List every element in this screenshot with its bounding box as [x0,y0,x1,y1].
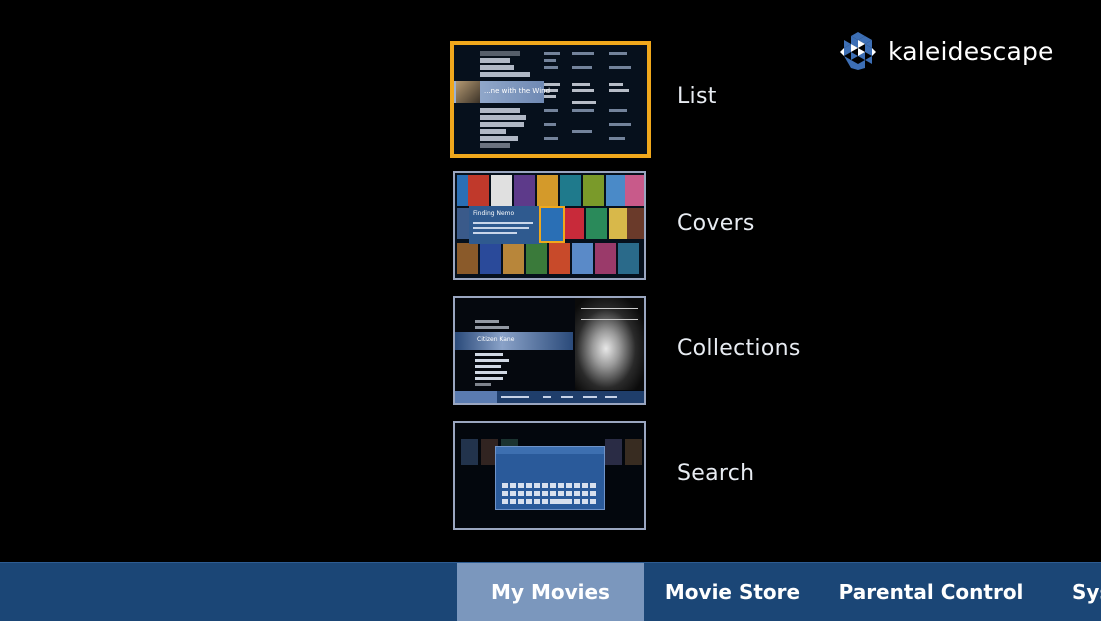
covers-panel-title: Finding Nemo [473,210,515,217]
view-option-search[interactable]: Search [453,421,754,530]
covers-view-thumbnail[interactable]: Finding Nemo [453,171,646,280]
collections-poster-image [575,298,644,390]
list-poster-image [456,81,480,103]
search-view-thumbnail[interactable] [453,421,646,530]
kaleidescape-mark-icon [840,32,876,70]
covers-info-panel: Finding Nemo [469,206,541,244]
view-option-covers[interactable]: Finding Nemo Covers [453,171,754,280]
collections-highlight-title: Citizen Kane [477,336,515,343]
tab-system[interactable]: Sys [1072,563,1101,621]
search-keyboard-dialog [495,446,605,510]
brand-name: kaleidescape [888,36,1054,66]
view-option-list[interactable]: ...ne with the Wind List [450,41,716,158]
view-label-search[interactable]: Search [677,421,754,526]
view-option-collections[interactable]: Citizen Kane Collections [453,296,800,405]
tab-movie-store[interactable]: Movie Store [660,563,805,621]
view-label-list[interactable]: List [677,44,717,149]
collections-tab-strip [455,391,644,403]
view-label-covers[interactable]: Covers [677,171,755,276]
tab-parental-control[interactable]: Parental Control [839,563,1024,621]
collections-highlight-row: Citizen Kane [455,332,573,350]
covers-selected-cover [539,206,565,243]
view-label-collections[interactable]: Collections [677,296,801,401]
tab-my-movies[interactable]: My Movies [457,563,644,621]
collections-view-thumbnail[interactable]: Citizen Kane [453,296,646,405]
kaleidescape-logo: kaleidescape [838,30,1054,72]
main-nav-bar: My Movies Movie Store Parental Control S… [0,562,1101,621]
list-view-thumbnail[interactable]: ...ne with the Wind [450,41,651,158]
list-highlight-title: ...ne with the Wind [484,87,551,95]
